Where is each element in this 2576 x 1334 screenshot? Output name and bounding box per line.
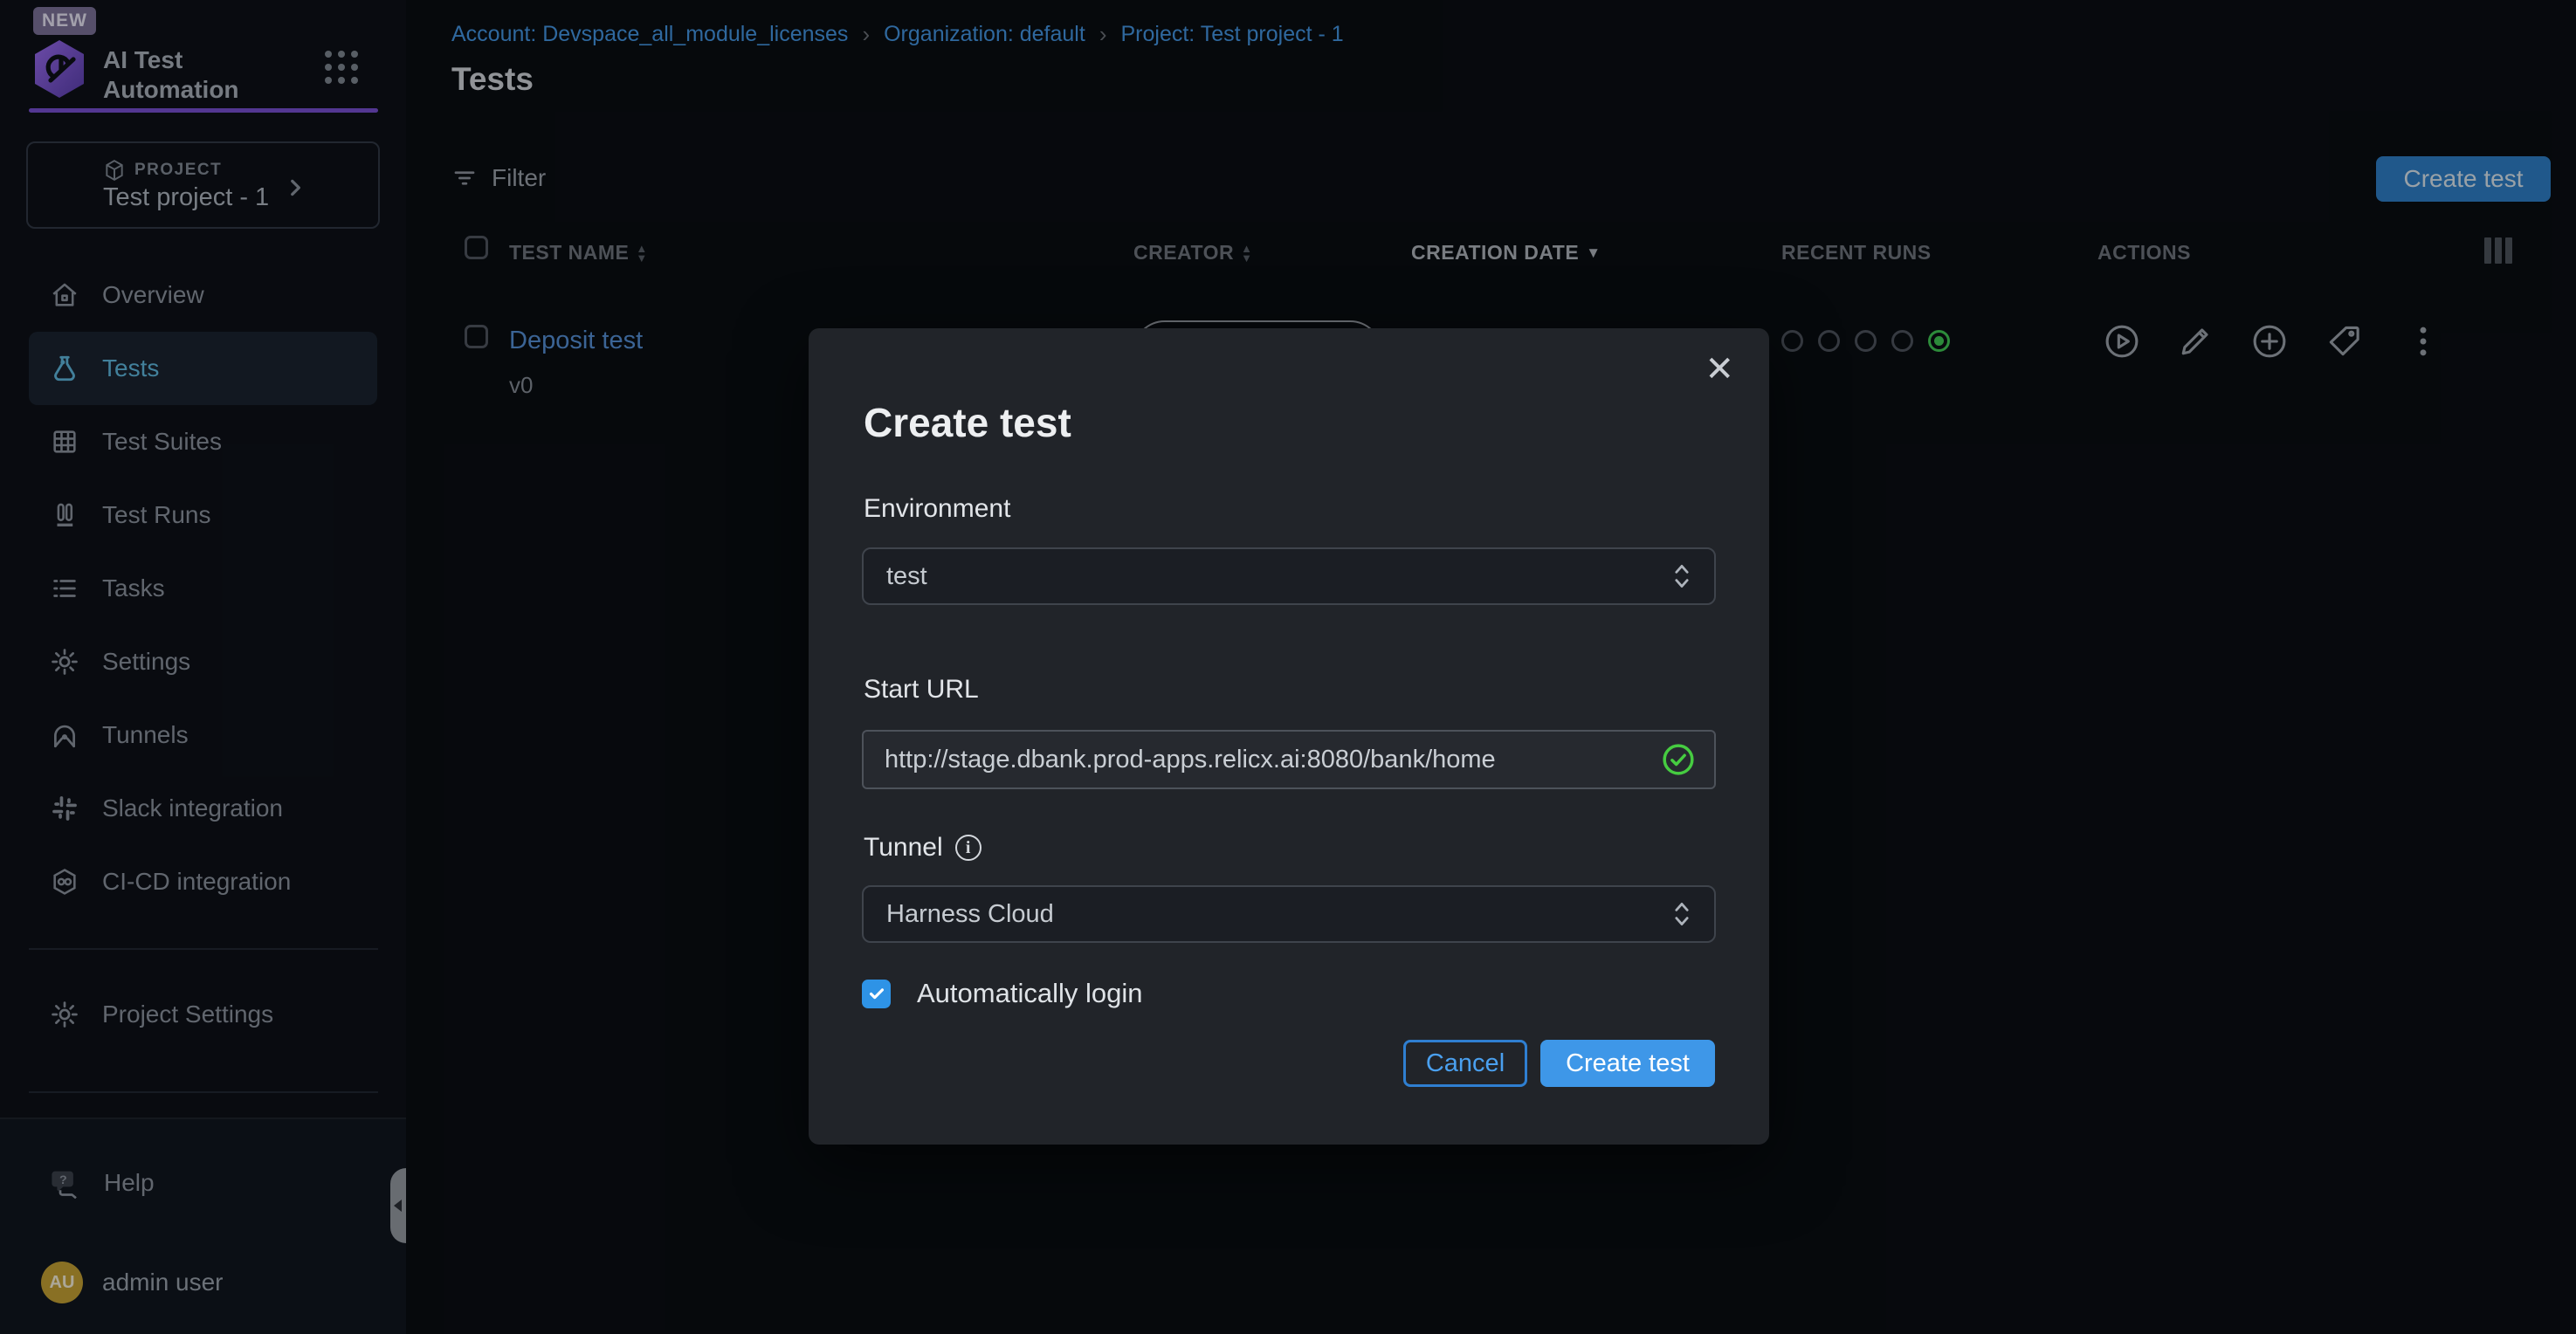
chevron-up-down-icon: [1672, 561, 1691, 591]
environment-value: test: [886, 562, 927, 591]
tunnel-select[interactable]: Harness Cloud: [862, 885, 1716, 943]
auto-login-label: Automatically login: [917, 978, 1142, 1009]
modal-create-test-button[interactable]: Create test: [1540, 1040, 1715, 1087]
environment-select[interactable]: test: [862, 547, 1716, 605]
cancel-button[interactable]: Cancel: [1403, 1040, 1527, 1087]
start-url-field: [862, 730, 1716, 789]
environment-label: Environment: [864, 494, 1010, 524]
valid-check-icon: [1662, 743, 1695, 776]
create-test-modal: ✕ Create test Environment test Start URL…: [809, 328, 1769, 1145]
modal-footer: Cancel Create test: [1403, 1040, 1715, 1087]
chevron-up-down-icon: [1672, 899, 1691, 929]
close-icon[interactable]: ✕: [1699, 351, 1739, 388]
modal-title: Create test: [864, 399, 1071, 446]
auto-login-row[interactable]: Automatically login: [862, 978, 1142, 1009]
tunnel-label-row: Tunnel i: [864, 833, 981, 863]
tunnel-label: Tunnel: [864, 833, 943, 863]
start-url-label: Start URL: [864, 675, 979, 705]
start-url-input[interactable]: [883, 745, 1648, 775]
auto-login-checkbox[interactable]: [862, 980, 891, 1008]
tunnel-value: Harness Cloud: [886, 900, 1054, 929]
info-icon[interactable]: i: [955, 835, 981, 861]
